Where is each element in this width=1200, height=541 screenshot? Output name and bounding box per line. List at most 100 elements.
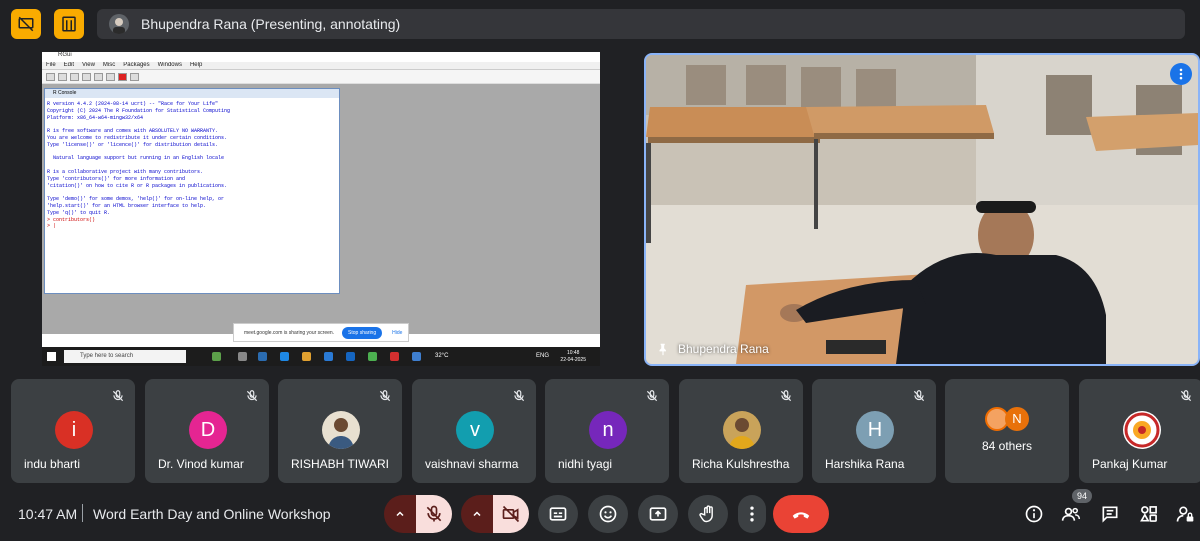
folder-icon bbox=[302, 352, 311, 361]
console-line: Type 'contributors()' for more informati… bbox=[47, 175, 186, 182]
lock-person-icon bbox=[1176, 506, 1194, 522]
participant-logo bbox=[1123, 411, 1161, 449]
participant-name: 84 others bbox=[981, 439, 1033, 453]
more-vert-icon bbox=[1179, 68, 1183, 80]
reactions-button[interactable] bbox=[588, 495, 628, 533]
mic-off-icon bbox=[111, 389, 125, 403]
mic-off-icon bbox=[779, 389, 793, 403]
meet-window: Bhupendra Rana (Presenting, annotating) … bbox=[0, 0, 1200, 541]
mic-off-icon bbox=[1179, 389, 1193, 403]
info-icon bbox=[1025, 505, 1043, 523]
mail-icon bbox=[346, 352, 355, 361]
activities-button[interactable] bbox=[1136, 501, 1162, 527]
leave-call-button[interactable] bbox=[773, 495, 829, 533]
participant-name: indu bharti bbox=[24, 457, 81, 471]
participant-tile[interactable]: i indu bharti bbox=[11, 379, 135, 483]
mic-off-icon bbox=[512, 389, 526, 403]
participant-tile[interactable]: Pankaj Kumar bbox=[1079, 379, 1200, 483]
present-icon bbox=[649, 507, 667, 521]
shapes-icon bbox=[1140, 506, 1157, 522]
console-line: 'help.start()' for an HTML browser inter… bbox=[47, 202, 207, 209]
raise-hand-button[interactable] bbox=[688, 495, 728, 533]
presenter-name: Bhupendra Rana bbox=[678, 342, 769, 356]
console-prompt-line: > | bbox=[47, 223, 57, 230]
menu-packages: Packages bbox=[123, 62, 150, 68]
mic-off-icon bbox=[426, 505, 442, 522]
menu-windows: Windows bbox=[157, 62, 182, 68]
top-bar: Bhupendra Rana (Presenting, annotating) bbox=[0, 0, 1200, 48]
menu-file: File bbox=[46, 62, 56, 68]
stop-sharing-button: Stop sharing bbox=[342, 326, 383, 339]
participant-name: Dr. Vinod kumar bbox=[158, 457, 244, 471]
participant-name: Pankaj Kumar bbox=[1092, 457, 1168, 471]
console-prompt-line: > contributors() bbox=[47, 216, 96, 223]
tile-options-button[interactable] bbox=[1170, 63, 1192, 85]
windows-start-icon bbox=[47, 352, 56, 361]
participant-avatar: i bbox=[55, 411, 93, 449]
microphone-toggle-button[interactable] bbox=[416, 495, 452, 533]
participant-name: vaishnavi sharma bbox=[425, 457, 519, 471]
people-button[interactable] bbox=[1058, 501, 1084, 527]
pin-icon bbox=[659, 343, 666, 356]
menu-misc: Misc bbox=[102, 62, 116, 68]
people-icon bbox=[1061, 507, 1081, 521]
others-avatars: N bbox=[985, 407, 1029, 431]
meeting-details-button[interactable] bbox=[1021, 501, 1047, 527]
current-time: 10:47 AM bbox=[18, 506, 78, 522]
edge-browser-icon bbox=[280, 352, 289, 361]
participant-tile[interactable]: RISHABH TIWARI bbox=[278, 379, 402, 483]
video-settings-button[interactable] bbox=[461, 495, 493, 533]
participant-photo bbox=[723, 411, 761, 449]
participant-tile[interactable]: v vaishnavi sharma bbox=[412, 379, 536, 483]
layout-icon bbox=[62, 16, 76, 32]
hand-icon bbox=[699, 505, 713, 523]
meeting-title: Word Earth Day and Online Workshop bbox=[93, 506, 331, 522]
emoji-icon bbox=[599, 505, 617, 523]
chevron-up-icon bbox=[396, 511, 404, 517]
sharing-notice-text: meet.google.com is sharing your screen. bbox=[244, 329, 335, 336]
captions-icon bbox=[549, 507, 567, 521]
console-line: Natural language support but running in … bbox=[47, 155, 225, 162]
participant-avatar: v bbox=[456, 411, 494, 449]
mic-off-icon bbox=[645, 389, 659, 403]
copy-icon bbox=[82, 73, 91, 81]
copy-paste-icon bbox=[106, 73, 115, 81]
participant-tile[interactable]: H Harshika Rana bbox=[812, 379, 936, 483]
rgui-workspace: R Console R version 4.4.2 (2024-08-14 uc… bbox=[42, 84, 600, 342]
audio-settings-button[interactable] bbox=[384, 495, 416, 533]
taskbar-language: ENG bbox=[536, 353, 550, 359]
bottom-control-bar: 10:47 AM Word Earth Day and Online Works… bbox=[0, 488, 1200, 541]
present-now-button[interactable] bbox=[638, 495, 678, 533]
participant-tile[interactable]: N 84 others bbox=[945, 379, 1069, 483]
r-console-window: R Console R version 4.4.2 (2024-08-14 uc… bbox=[44, 88, 340, 294]
participant-tile[interactable]: n nidhi tyagi bbox=[545, 379, 669, 483]
participant-name: nidhi tyagi bbox=[558, 457, 613, 471]
camera-toggle-button[interactable] bbox=[493, 495, 529, 533]
console-line: R is free software and comes with ABSOLU… bbox=[47, 128, 219, 135]
console-line: R version 4.4.2 (2024-08-14 ucrt) -- "Ra… bbox=[47, 101, 219, 107]
mic-off-icon bbox=[912, 389, 926, 403]
taskbar-app-icon bbox=[212, 352, 221, 361]
r-icon bbox=[412, 352, 421, 361]
chat-button[interactable] bbox=[1097, 501, 1123, 527]
more-vert-icon bbox=[750, 506, 754, 522]
participant-tile[interactable]: Richa Kulshrestha bbox=[679, 379, 803, 483]
console-line: Platform: x86_64-w64-mingw32/x64 bbox=[47, 114, 144, 121]
host-controls-button[interactable] bbox=[1172, 501, 1198, 527]
menu-help: Help bbox=[189, 62, 203, 68]
presenter-video-tile[interactable]: Bhupendra Rana bbox=[644, 53, 1200, 366]
others-avatar-initial: N bbox=[1005, 407, 1029, 431]
r-console-title: R Console bbox=[45, 89, 339, 98]
load-workspace-icon bbox=[58, 73, 67, 81]
paste-icon bbox=[94, 73, 103, 81]
taskbar-search: Type here to search bbox=[64, 350, 186, 363]
captions-button[interactable] bbox=[538, 495, 578, 533]
presentation-layout-button[interactable] bbox=[54, 9, 84, 39]
hide-presentation-button[interactable] bbox=[11, 9, 41, 39]
console-line: R is a collaborative project with many c… bbox=[47, 168, 204, 175]
participant-tile[interactable]: D Dr. Vinod kumar bbox=[145, 379, 269, 483]
presenter-banner: Bhupendra Rana (Presenting, annotating) bbox=[97, 9, 1185, 39]
more-options-button[interactable] bbox=[738, 495, 766, 533]
